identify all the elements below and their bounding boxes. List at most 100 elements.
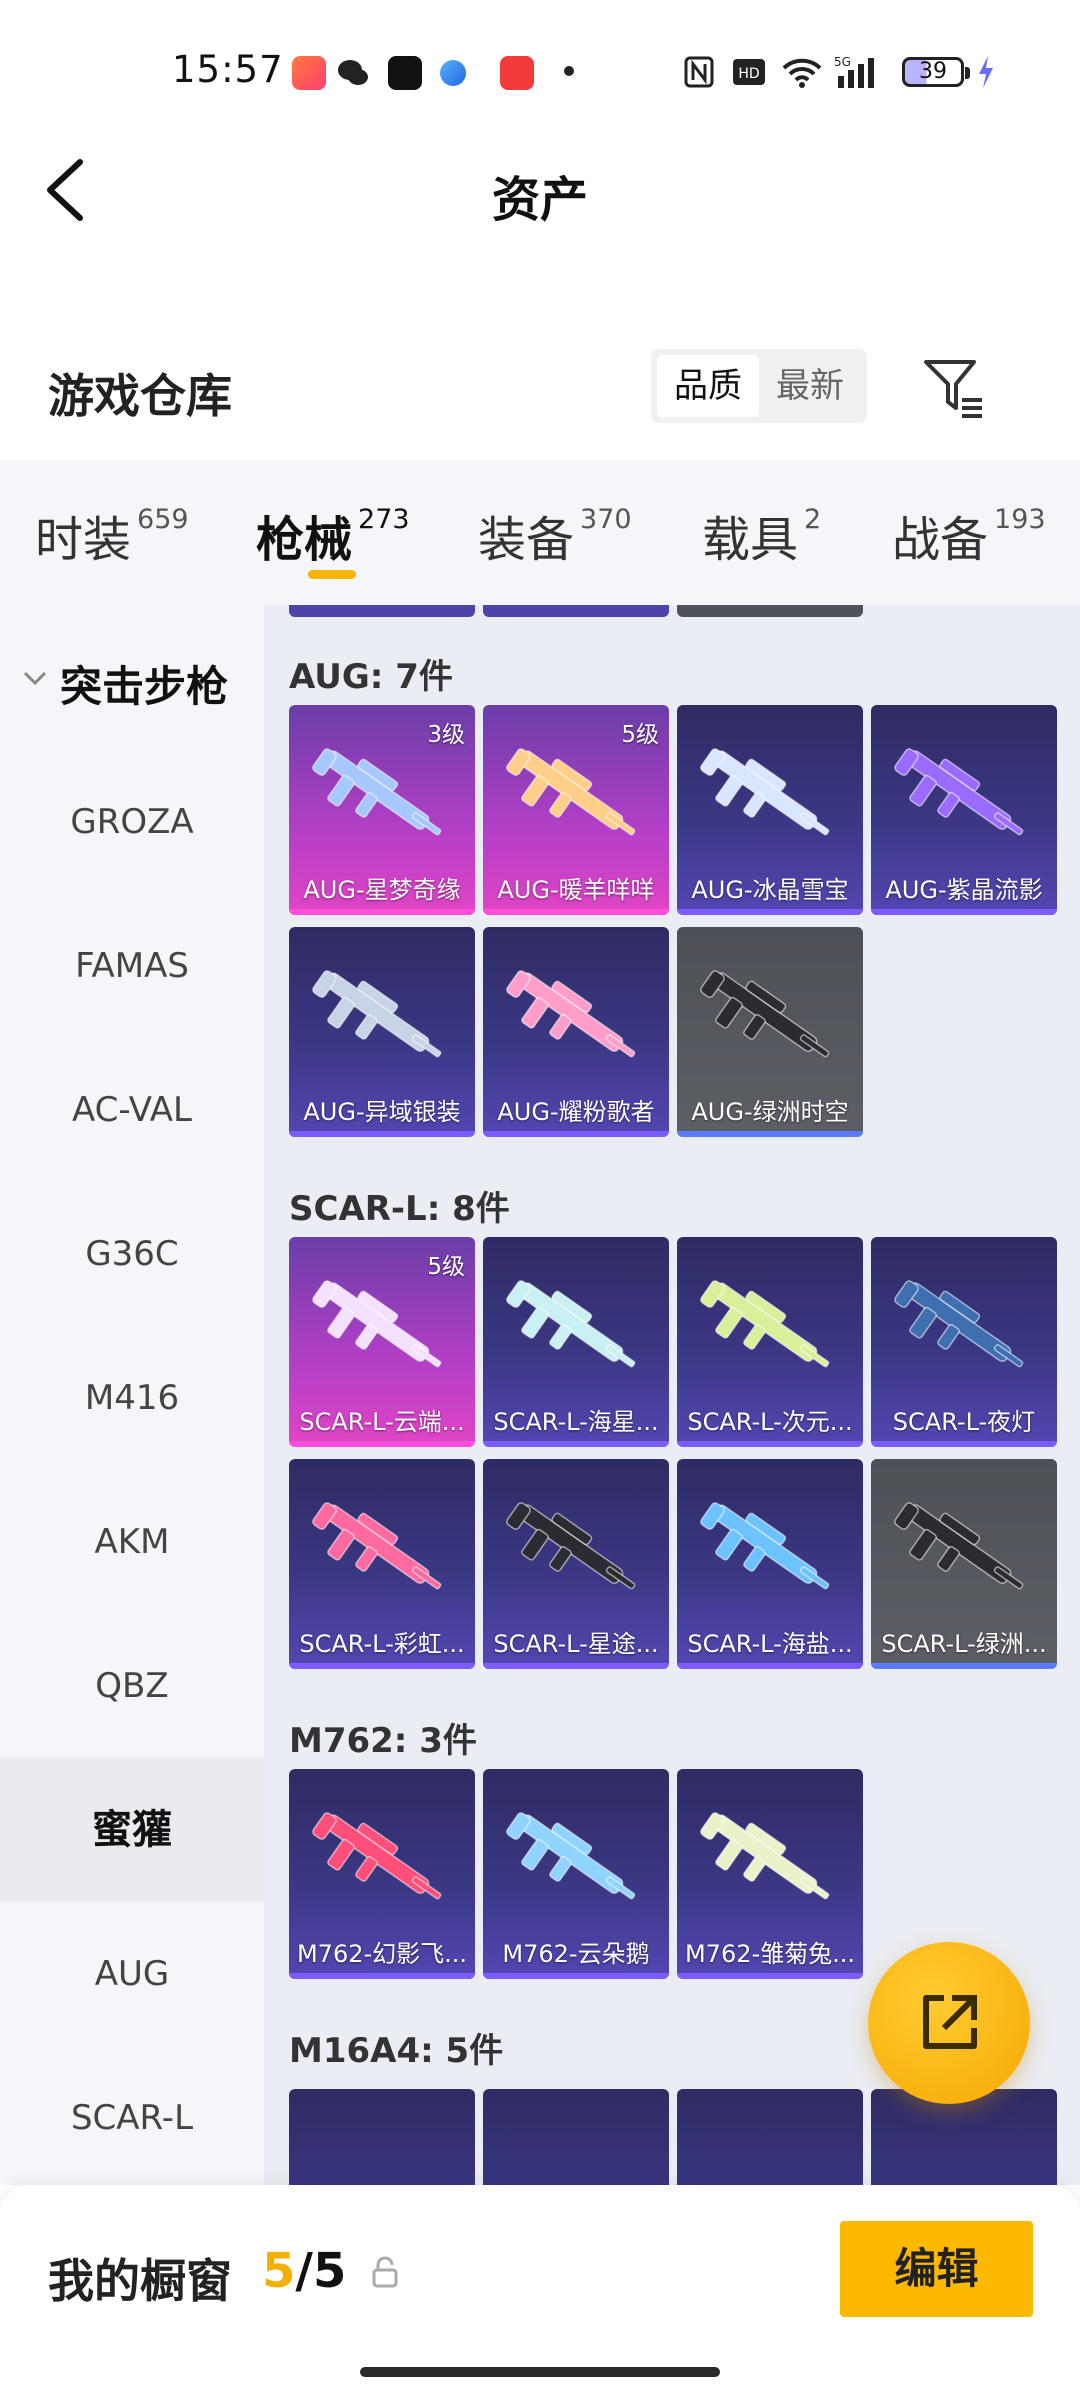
item-name: AUG-绿洲时空 (691, 1098, 849, 1126)
item-card[interactable]: SCAR-L-星途... (483, 1459, 669, 1669)
chevron-down-icon (23, 671, 47, 686)
item-card[interactable]: AUG-耀粉歌者 (483, 927, 669, 1137)
gun-skin-icon (700, 1280, 830, 1368)
partial-card[interactable] (483, 605, 669, 617)
item-card[interactable]: M762-幻影飞... (289, 1769, 475, 1979)
tab-gear[interactable]: 战备 193 (892, 500, 1046, 570)
gun-skin-icon (506, 1812, 636, 1900)
sidebar-item-aug[interactable]: AUG (0, 1902, 264, 2046)
tab-label: 枪械 (256, 512, 353, 568)
rarity-bar (483, 1663, 669, 1669)
sidebar-item-akm[interactable]: AKM (0, 1470, 264, 1614)
rarity-bar (677, 1131, 863, 1137)
browser-icon (440, 60, 466, 86)
signal-5g-icon: 5G (834, 55, 874, 88)
showcase-label: 我的橱窗 (48, 2254, 232, 2308)
sidebar-item-scarl[interactable]: SCAR-L (0, 2046, 264, 2185)
item-card[interactable]: SCAR-L-绿洲... (871, 1459, 1057, 1669)
partial-card[interactable] (677, 605, 863, 617)
item-name: SCAR-L-星途... (493, 1630, 659, 1658)
sidebar-item-m416[interactable]: M416 (0, 1326, 264, 1470)
item-card-partial[interactable] (483, 2089, 669, 2185)
tab-count: 193 (994, 504, 1046, 535)
home-indicator (360, 2367, 720, 2377)
game-app-icon (292, 56, 326, 90)
rarity-bar (289, 1441, 475, 1447)
share-fab-button[interactable] (868, 1942, 1030, 2104)
tab-label: 装备 (478, 512, 575, 568)
category-header[interactable]: 突击步枪 (0, 605, 264, 750)
item-name: SCAR-L-次元... (687, 1408, 853, 1436)
item-card[interactable]: SCAR-L-夜灯 (871, 1237, 1057, 1447)
item-name: SCAR-L-彩虹... (299, 1630, 465, 1658)
item-card[interactable]: SCAR-L-海星... (483, 1237, 669, 1447)
tab-label: 战备 (892, 512, 989, 568)
item-name: AUG-冰晶雪宝 (691, 876, 849, 904)
gun-skin-icon (506, 1280, 636, 1368)
tab-count: 2 (804, 504, 822, 535)
status-bar: 15:57 HD 5G 39 (0, 0, 1080, 140)
level-badge: 3级 (427, 722, 465, 748)
clock: 15:57 (172, 48, 284, 91)
item-name: AUG-暖羊咩咩 (497, 876, 655, 904)
filter-button[interactable] (920, 354, 988, 422)
gun-skin-icon (312, 748, 442, 836)
tab-fashion[interactable]: 时装 659 (35, 500, 189, 570)
item-card-partial[interactable] (871, 2089, 1057, 2185)
gun-skin-icon (700, 748, 830, 836)
gun-skin-icon (700, 1812, 830, 1900)
showcase-count: 5/5 (262, 2243, 346, 2299)
rarity-bar (289, 1131, 475, 1137)
gun-skin-icon (894, 1502, 1024, 1590)
item-card-partial[interactable] (289, 2089, 475, 2185)
rarity-bar (289, 909, 475, 915)
partial-card[interactable] (289, 605, 475, 617)
tab-count: 273 (358, 504, 410, 535)
sidebar-item-honey-badger[interactable]: 蜜獾 (0, 1758, 264, 1902)
sidebar-item-qbz[interactable]: QBZ (0, 1614, 264, 1758)
gun-skin-icon (506, 748, 636, 836)
item-card[interactable]: AUG-异域银装 (289, 927, 475, 1137)
sidebar-item-g36c[interactable]: G36C (0, 1182, 264, 1326)
sidebar-item-acval[interactable]: AC-VAL (0, 1038, 264, 1182)
item-card[interactable]: AUG-绿洲时空 (677, 927, 863, 1137)
rarity-bar (871, 1663, 1057, 1669)
tab-equipment[interactable]: 装备 370 (478, 500, 632, 570)
item-card[interactable]: 3级 AUG-星梦奇缘 (289, 705, 475, 915)
showcase-total: /5 (295, 2243, 347, 2299)
gun-skin-icon (312, 1502, 442, 1590)
sort-latest-button[interactable]: 最新 (759, 355, 861, 417)
item-card[interactable]: M762-雏菊兔... (677, 1769, 863, 1979)
item-card[interactable]: AUG-紫晶流影 (871, 705, 1057, 915)
hd-icon: HD (733, 59, 765, 85)
item-card[interactable]: 5级 AUG-暖羊咩咩 (483, 705, 669, 915)
rarity-bar (483, 909, 669, 915)
charging-icon (979, 56, 993, 88)
sort-quality-button[interactable]: 品质 (657, 355, 759, 417)
item-name: SCAR-L-云端... (299, 1408, 465, 1436)
sidebar-item-groza[interactable]: GROZA (0, 750, 264, 894)
sidebar-item-famas[interactable]: FAMAS (0, 894, 264, 1038)
item-name: AUG-星梦奇缘 (303, 876, 461, 904)
item-name: SCAR-L-海星... (493, 1408, 659, 1436)
item-name: M762-幻影飞... (296, 1940, 468, 1968)
section-title-aug: AUG: 7件 (289, 657, 453, 697)
item-card[interactable]: SCAR-L-次元... (677, 1237, 863, 1447)
item-card[interactable]: 5级 SCAR-L-云端... (289, 1237, 475, 1447)
item-card-partial[interactable] (677, 2089, 863, 2185)
item-name: AUG-紫晶流影 (885, 876, 1043, 904)
tab-count: 659 (137, 504, 189, 535)
tab-vehicles[interactable]: 载具 2 (702, 500, 821, 570)
category-title: 突击步枪 (60, 662, 229, 711)
tiktok-icon (388, 56, 422, 90)
item-card[interactable]: M762-云朵鹅 (483, 1769, 669, 1979)
rarity-bar (289, 1663, 475, 1669)
section-title-m762: M762: 3件 (289, 1721, 477, 1761)
gun-skin-icon (506, 970, 636, 1058)
item-card[interactable]: SCAR-L-彩虹... (289, 1459, 475, 1669)
edit-button[interactable]: 编辑 (840, 2221, 1033, 2317)
item-card[interactable]: SCAR-L-海盐... (677, 1459, 863, 1669)
gun-skin-icon (894, 1280, 1024, 1368)
item-card[interactable]: AUG-冰晶雪宝 (677, 705, 863, 915)
tab-guns[interactable]: 枪械 273 (256, 500, 410, 570)
